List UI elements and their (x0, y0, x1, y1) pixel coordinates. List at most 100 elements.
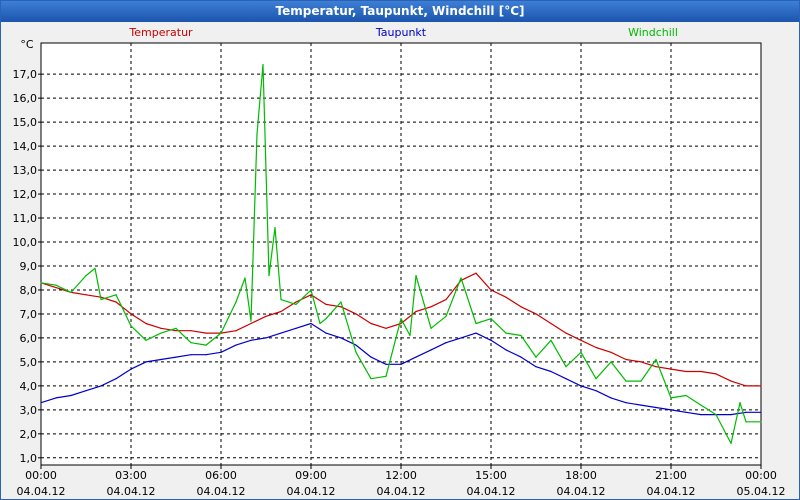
data-point-windchill (130, 325, 132, 327)
x-tick-date: 04.04.12 (557, 485, 606, 498)
data-point-temperatur (565, 332, 567, 334)
data-point-temperatur (310, 294, 312, 296)
x-tick-date: 04.04.12 (467, 485, 516, 498)
data-point-taupunkt (580, 385, 582, 387)
data-point-temperatur (265, 315, 267, 317)
y-tick-label: 16,0 (13, 92, 38, 105)
data-point-windchill (625, 380, 627, 382)
data-point-windchill (700, 404, 702, 406)
data-point-windchill (685, 394, 687, 397)
data-point-windchill (760, 421, 762, 423)
data-point-taupunkt (565, 378, 567, 380)
y-tick-label: 17,0 (13, 68, 38, 81)
data-point-windchill (370, 378, 372, 380)
data-point-taupunkt (340, 337, 342, 339)
y-tick-label: 7,0 (20, 308, 38, 321)
data-point-taupunkt (505, 349, 507, 351)
data-point-taupunkt (430, 349, 432, 351)
data-point-taupunkt (685, 411, 687, 413)
data-point-taupunkt (265, 337, 267, 339)
data-point-windchill (280, 298, 282, 301)
data-point-windchill (430, 327, 432, 329)
data-point-taupunkt (385, 363, 387, 365)
data-point-temperatur (520, 306, 522, 308)
data-point-temperatur (610, 351, 612, 353)
y-tick-label: 2,0 (20, 428, 38, 441)
data-point-windchill (730, 442, 732, 445)
data-point-taupunkt (625, 402, 627, 404)
data-point-taupunkt (655, 406, 657, 409)
data-point-taupunkt (730, 414, 732, 416)
data-point-temperatur (190, 330, 192, 332)
chart-window: Temperatur, Taupunkt, Windchill [°C] 1,0… (0, 0, 800, 500)
data-point-temperatur (685, 370, 687, 373)
data-point-taupunkt (460, 337, 462, 339)
data-point-temperatur (505, 296, 507, 298)
y-tick-label: 13,0 (13, 164, 38, 177)
data-point-temperatur (490, 289, 492, 291)
data-point-windchill (580, 351, 582, 353)
data-point-taupunkt (130, 368, 132, 370)
data-point-temperatur (715, 373, 717, 375)
data-point-taupunkt (535, 366, 537, 368)
data-point-windchill (175, 327, 177, 329)
data-point-windchill (310, 289, 312, 291)
data-point-windchill (319, 322, 321, 325)
y-tick-label: 3,0 (20, 404, 38, 417)
data-point-temperatur (250, 322, 252, 325)
data-point-temperatur (85, 294, 87, 296)
y-tick-label: 9,0 (20, 260, 38, 273)
legend-taupunkt: Taupunkt (375, 26, 427, 39)
data-point-temperatur (280, 310, 282, 313)
data-point-windchill (262, 63, 264, 66)
y-tick-label: 1,0 (20, 452, 38, 465)
data-point-windchill (445, 315, 447, 317)
data-point-taupunkt (760, 411, 762, 413)
x-tick-time: 12:00 (385, 469, 417, 482)
data-point-taupunkt (70, 394, 72, 397)
data-point-taupunkt (190, 354, 192, 356)
y-tick-label: 8,0 (20, 284, 38, 297)
data-point-temperatur (550, 322, 552, 325)
data-point-windchill (535, 356, 537, 358)
x-tick-time: 18:00 (565, 469, 597, 482)
data-point-windchill (205, 344, 207, 346)
data-point-windchill (610, 361, 612, 363)
data-point-taupunkt (475, 332, 477, 334)
data-point-taupunkt (235, 344, 237, 346)
data-point-taupunkt (445, 342, 447, 344)
data-point-taupunkt (520, 356, 522, 358)
data-point-windchill (244, 277, 246, 279)
x-tick-date: 05.04.12 (737, 485, 786, 498)
x-tick-time: 15:00 (475, 469, 507, 482)
data-point-taupunkt (610, 397, 612, 399)
data-point-windchill (55, 284, 57, 286)
data-point-windchill (745, 421, 747, 423)
data-point-taupunkt (670, 409, 672, 411)
data-point-temperatur (580, 339, 582, 341)
data-point-temperatur (115, 301, 117, 303)
data-point-taupunkt (550, 370, 552, 373)
data-point-temperatur (295, 301, 297, 303)
data-point-taupunkt (355, 344, 357, 346)
x-tick-time: 00:00 (25, 469, 57, 482)
data-point-windchill (40, 282, 42, 284)
y-tick-label: 15,0 (13, 116, 38, 129)
data-point-windchill (295, 303, 297, 305)
data-point-temperatur (400, 322, 402, 325)
data-point-taupunkt (40, 402, 42, 404)
data-point-windchill (100, 298, 102, 301)
data-point-taupunkt (490, 339, 492, 341)
data-point-taupunkt (175, 356, 177, 358)
data-point-temperatur (385, 327, 387, 329)
x-tick-date: 04.04.12 (377, 485, 426, 498)
data-point-windchill (160, 332, 162, 334)
data-point-temperatur (235, 330, 237, 332)
x-tick-date: 04.04.12 (107, 485, 156, 498)
data-point-temperatur (595, 346, 597, 349)
data-point-taupunkt (115, 378, 117, 380)
data-point-windchill (520, 334, 522, 337)
data-point-temperatur (430, 306, 432, 308)
x-tick-time: 09:00 (295, 469, 327, 482)
y-tick-label: 12,0 (13, 188, 38, 201)
